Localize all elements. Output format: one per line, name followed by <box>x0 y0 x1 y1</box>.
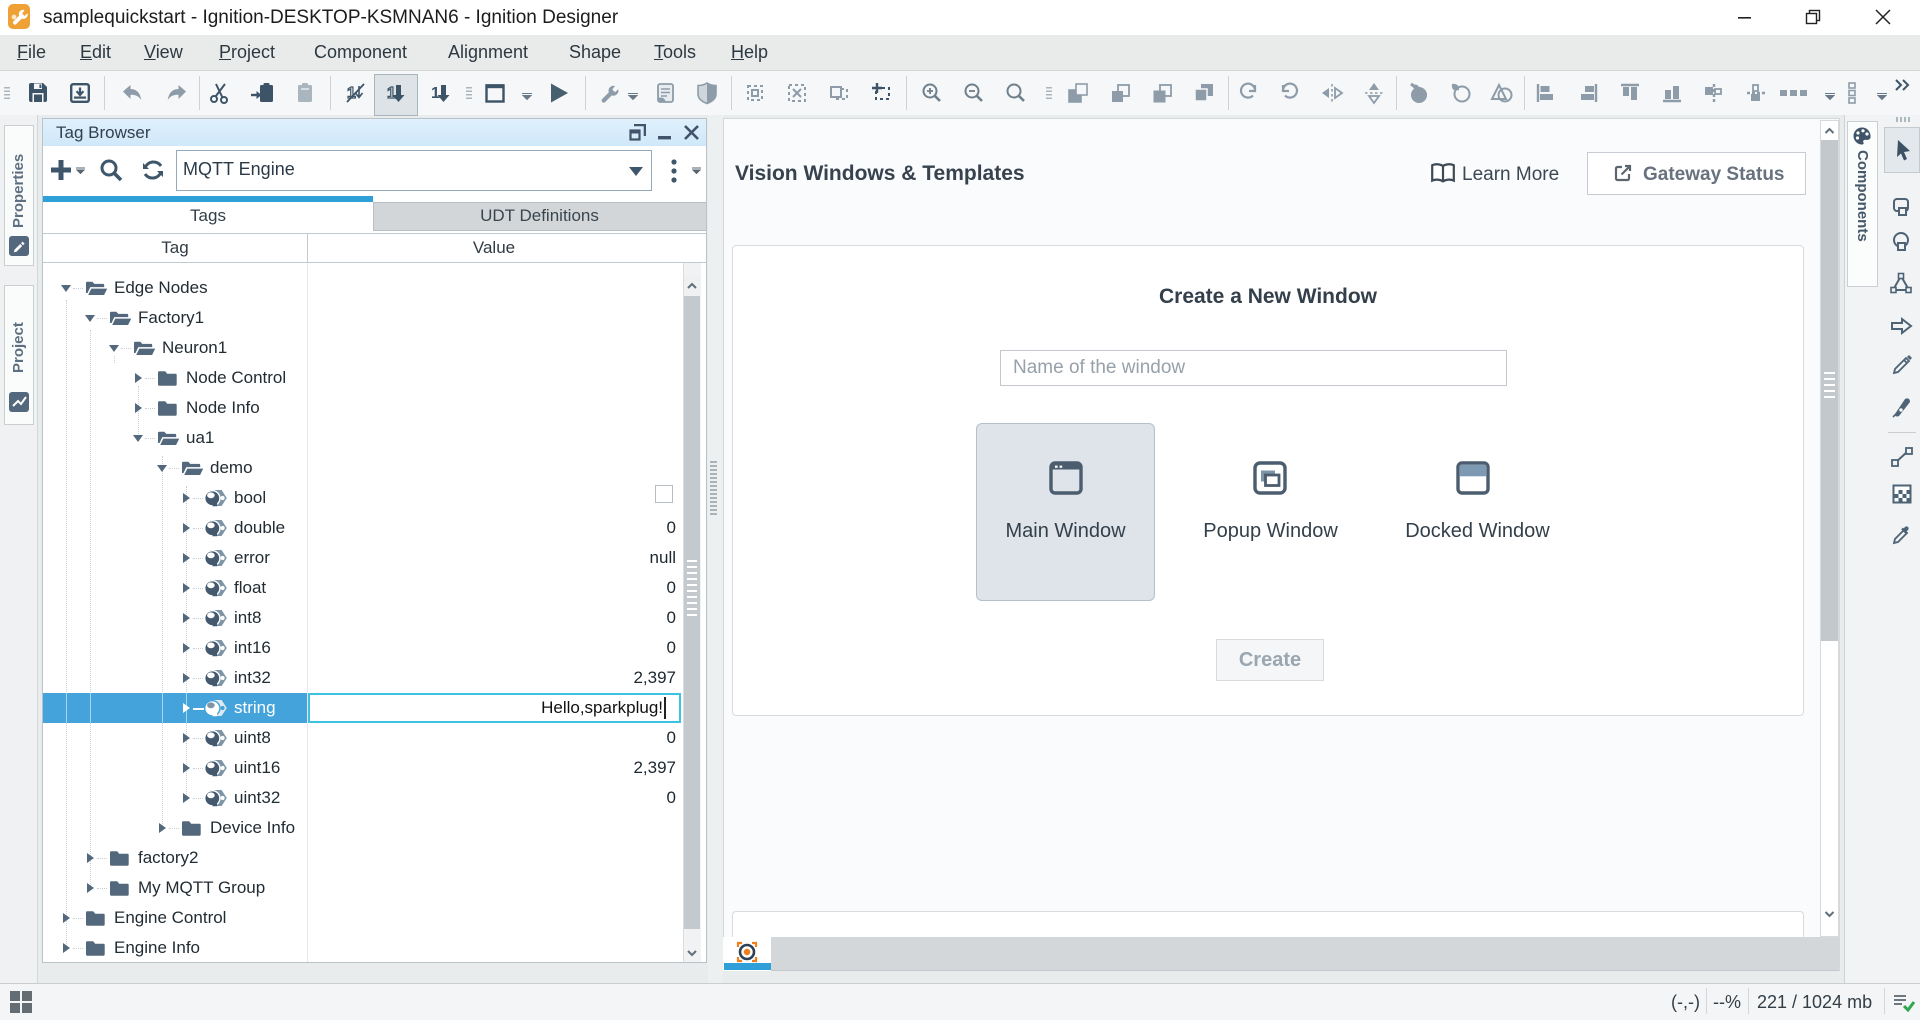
svg-text:1: 1 <box>387 85 396 102</box>
svg-text:1: 1 <box>431 85 440 102</box>
